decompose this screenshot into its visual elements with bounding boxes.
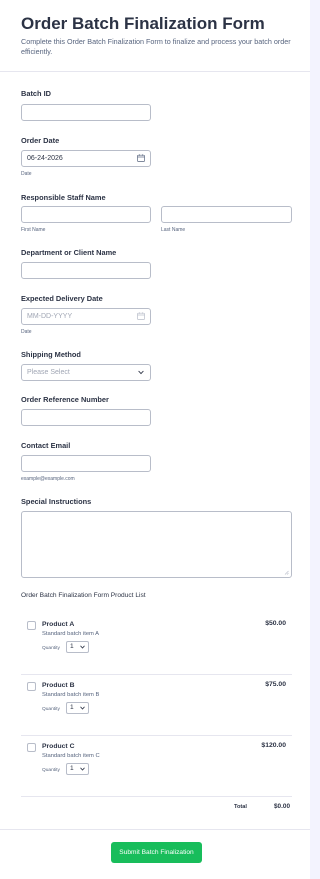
resize-handle-icon[interactable] [284,570,289,575]
batch-id-input[interactable] [21,104,151,121]
quantity-select[interactable]: 1 [66,641,89,653]
quantity-label: Quantity [42,768,60,773]
product-description: Standard batch item A [42,631,100,637]
calendar-icon[interactable] [137,312,145,320]
order-date-input[interactable]: 06-24-2026 [21,150,151,167]
footer-divider [0,829,310,830]
quantity-label: Quantity [42,707,60,712]
delivery-date-input[interactable]: MM-DD-YYYY [21,308,151,325]
department-input[interactable] [21,262,151,279]
chevron-down-icon [80,706,85,710]
product-name: Product A [42,621,75,628]
calendar-icon[interactable] [137,154,145,162]
product-price: $75.00 [265,681,286,688]
product-name: Product C [42,743,75,750]
staff-name-label: Responsible Staff Name [21,193,106,202]
order-ref-input[interactable] [21,409,151,426]
product-checkbox[interactable] [27,743,36,752]
first-name-sublabel: First Name [21,227,46,233]
instructions-textarea[interactable] [21,511,292,578]
quantity-value: 1 [70,643,74,650]
product-checkbox[interactable] [27,682,36,691]
last-name-sublabel: Last Name [161,227,186,233]
submit-button[interactable]: Submit Batch Finalization [111,842,202,863]
form-title: Order Batch Finalization Form [21,14,265,33]
shipping-method-label: Shipping Method [21,350,81,359]
product-item-a: Product A Standard batch item A $50.00 Q… [21,614,292,675]
form-header: Order Batch Finalization Form Complete t… [0,0,310,72]
order-date-label: Order Date [21,136,60,145]
quantity-value: 1 [70,704,74,711]
quantity-label: Quantity [42,646,60,651]
chevron-down-icon [80,767,85,771]
shipping-method-placeholder: Please Select [27,369,70,376]
shipping-method-select[interactable]: Please Select [21,364,151,381]
batch-id-label: Batch ID [21,89,51,98]
quantity-select[interactable]: 1 [66,702,89,714]
delivery-date-sublabel: Date [21,329,32,335]
product-item-c: Product C Standard batch item C $120.00 … [21,736,292,797]
total-value: $0.00 [274,803,290,810]
product-price: $50.00 [265,620,286,627]
form-card: Order Batch Finalization Form Complete t… [0,0,310,879]
delivery-date-label: Expected Delivery Date [21,294,103,303]
instructions-label: Special Instructions [21,497,92,506]
first-name-input[interactable] [21,206,151,223]
order-date-value: 06-24-2026 [27,155,63,162]
order-date-sublabel: Date [21,171,32,177]
email-label: Contact Email [21,441,71,450]
product-name: Product B [42,682,75,689]
delivery-date-placeholder: MM-DD-YYYY [27,313,73,320]
product-description: Standard batch item B [42,692,100,698]
email-sublabel: example@example.com [21,476,75,482]
chevron-down-icon [80,645,85,649]
email-input[interactable] [21,455,151,472]
quantity-value: 1 [70,765,74,772]
product-list-title: Order Batch Finalization Form Product Li… [21,592,146,599]
product-description: Standard batch item C [42,753,100,759]
product-price: $120.00 [261,742,286,749]
order-ref-label: Order Reference Number [21,395,109,404]
product-checkbox[interactable] [27,621,36,630]
chevron-down-icon [138,370,144,375]
last-name-input[interactable] [161,206,292,223]
form-subtitle: Complete this Order Batch Finalization F… [21,37,291,56]
quantity-select[interactable]: 1 [66,763,89,775]
total-label: Total [234,804,247,810]
product-item-b: Product B Standard batch item B $75.00 Q… [21,675,292,736]
department-label: Department or Client Name [21,248,117,257]
